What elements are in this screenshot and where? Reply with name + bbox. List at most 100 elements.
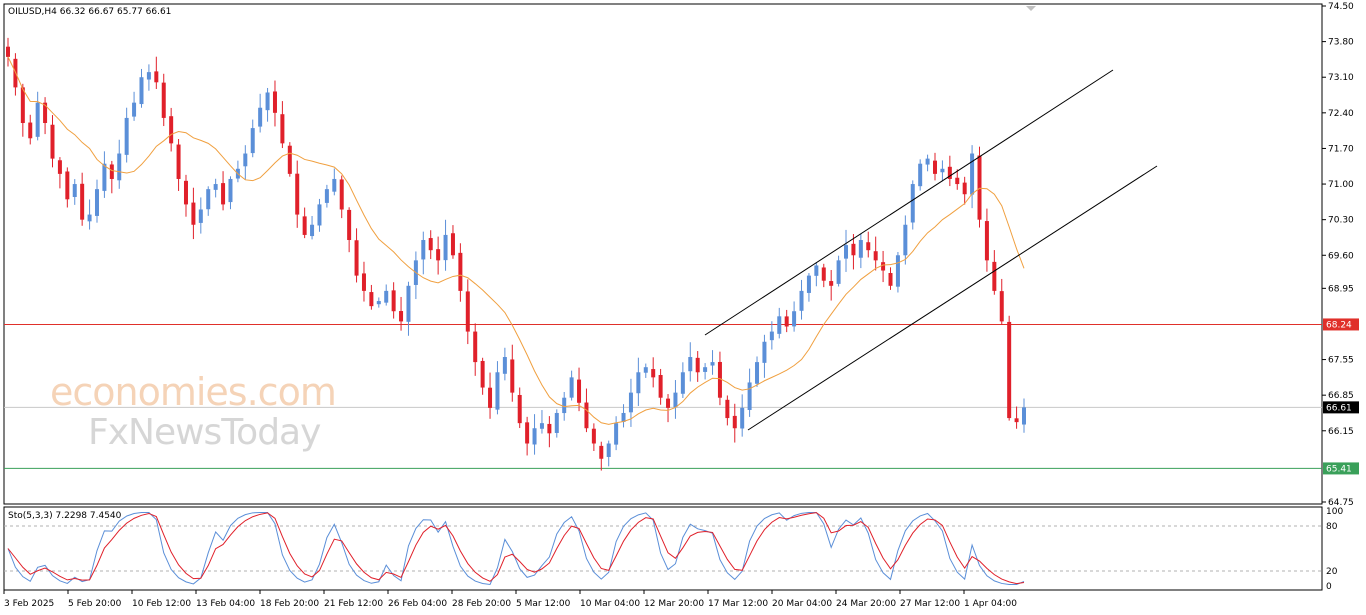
candle-body xyxy=(302,216,307,235)
candle-body xyxy=(406,285,411,322)
candle-body xyxy=(443,234,448,261)
candle-body xyxy=(710,362,715,366)
stochastic-y-tick-label: 80 xyxy=(1326,522,1338,532)
x-tick-label: 5 Feb 20:00 xyxy=(68,599,122,609)
candle-body xyxy=(502,357,507,374)
x-tick-label: 20 Mar 04:00 xyxy=(772,599,832,609)
candle-body xyxy=(1022,407,1026,425)
candle-body xyxy=(510,359,515,393)
candle-body xyxy=(421,240,426,260)
candle-body xyxy=(999,291,1004,322)
candle-body xyxy=(191,202,196,225)
candle-body xyxy=(139,77,144,105)
candle-body xyxy=(376,301,381,305)
candle-body xyxy=(324,189,329,203)
candle-body xyxy=(740,407,745,429)
candle-body xyxy=(176,144,181,179)
y-tick-label: 70.30 xyxy=(1328,216,1354,226)
candle-body xyxy=(295,173,300,215)
candle-body xyxy=(962,182,967,195)
x-tick-label: 27 Mar 12:00 xyxy=(900,599,960,609)
candle-body xyxy=(755,362,760,384)
candle-body xyxy=(636,372,641,394)
x-tick-label: 1 Apr 04:00 xyxy=(964,599,1017,609)
candle-body xyxy=(495,372,500,410)
candle-body xyxy=(280,114,285,144)
candle-body xyxy=(332,178,337,192)
candle-body xyxy=(651,369,656,378)
candle-body xyxy=(977,155,982,220)
x-tick-label: 18 Feb 20:00 xyxy=(260,599,319,609)
y-tick-label: 66.15 xyxy=(1328,427,1354,437)
y-tick-label: 74.50 xyxy=(1328,2,1354,12)
y-tick-label: 66.85 xyxy=(1328,391,1354,401)
candle-body xyxy=(888,273,893,286)
header-label: OILUSD,H4 66.32 66.67 65.77 66.61 xyxy=(8,7,172,17)
stochastic-y-tick-label: 0 xyxy=(1326,582,1332,592)
candle-body xyxy=(354,240,359,276)
candle-body xyxy=(169,116,174,144)
candle-body xyxy=(554,412,559,433)
x-tick-label: 21 Feb 12:00 xyxy=(324,599,383,609)
candle-body xyxy=(984,221,989,261)
candle-body xyxy=(213,184,218,190)
candle-body xyxy=(680,372,685,394)
price-tag-label: 66.61 xyxy=(1326,403,1352,413)
y-tick-label: 67.55 xyxy=(1328,356,1354,366)
candle-body xyxy=(480,360,485,388)
candle-body xyxy=(1014,418,1019,423)
y-tick-label: 73.80 xyxy=(1328,38,1354,48)
x-tick-label: 3 Feb 2025 xyxy=(4,599,54,609)
candle-body xyxy=(339,179,344,210)
candle-body xyxy=(584,402,589,429)
candle-body xyxy=(450,233,455,256)
candle-body xyxy=(258,107,263,127)
candle-body xyxy=(458,252,463,291)
x-tick-label: 12 Mar 20:00 xyxy=(644,599,704,609)
candle-body xyxy=(287,145,292,174)
candle-body xyxy=(183,180,188,205)
candle-body xyxy=(881,262,886,271)
y-tick-label: 69.60 xyxy=(1328,251,1354,261)
candle-body xyxy=(643,367,648,373)
candle-body xyxy=(35,102,40,137)
candle-body xyxy=(769,331,774,341)
y-tick-label: 73.10 xyxy=(1328,73,1354,83)
stochastic-y-tick-label: 20 xyxy=(1326,567,1338,577)
candle-body xyxy=(806,275,811,293)
y-tick-label: 68.95 xyxy=(1328,284,1354,294)
candle-body xyxy=(532,428,537,445)
candle-body xyxy=(821,267,826,281)
candle-body xyxy=(799,290,804,311)
candle-body xyxy=(784,316,789,327)
candle-body xyxy=(658,374,663,398)
candle-body xyxy=(109,164,114,179)
candle-body xyxy=(569,377,574,398)
candle-body xyxy=(146,72,151,80)
candle-body xyxy=(725,399,730,419)
candle-body xyxy=(243,153,248,167)
candle-body xyxy=(673,392,678,408)
price-tag-label: 65.41 xyxy=(1326,464,1352,474)
candle-body xyxy=(747,382,752,410)
candle-body xyxy=(436,249,441,261)
candle-body xyxy=(488,387,493,408)
y-tick-label: 71.00 xyxy=(1328,180,1354,190)
candle-body xyxy=(925,158,930,165)
x-tick-label: 17 Mar 12:00 xyxy=(708,599,768,609)
candle-body xyxy=(265,92,270,111)
candle-body xyxy=(844,245,849,259)
candle-body xyxy=(347,209,352,241)
candle-body xyxy=(666,398,671,408)
candle-body xyxy=(198,209,203,223)
candle-body xyxy=(539,423,544,429)
candle-body xyxy=(940,168,945,173)
candle-body xyxy=(851,243,856,256)
candle-body xyxy=(87,214,92,222)
candle-body xyxy=(391,290,396,312)
candle-body xyxy=(465,291,470,332)
candle-body xyxy=(829,281,834,286)
candle-body xyxy=(591,428,596,444)
candle-body xyxy=(628,392,633,413)
candle-body xyxy=(473,331,478,363)
